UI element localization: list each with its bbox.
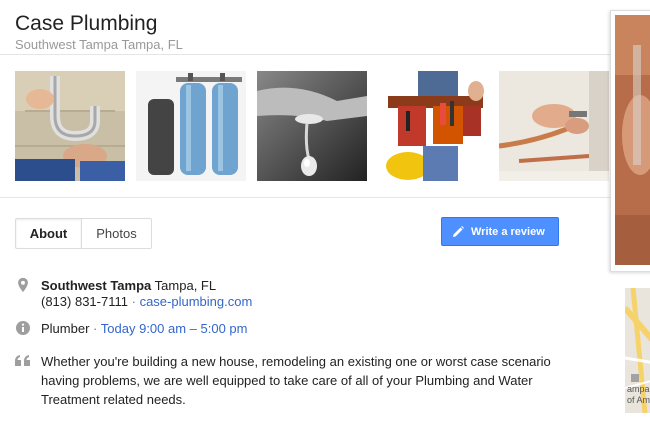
tab-about[interactable]: About [15,218,82,249]
separator: · [131,294,136,309]
photo-copper-pipes[interactable] [499,71,609,181]
tab-bar: About Photos [15,218,152,249]
mini-map[interactable]: ampa of Am [625,288,650,413]
address-city: Tampa, FL [154,278,217,293]
tab-photos[interactable]: Photos [82,218,152,249]
photo-pipe-repair[interactable] [15,71,125,181]
pencil-icon [453,225,464,237]
photo-tool-belt[interactable] [378,71,488,181]
side-photo[interactable] [615,15,650,265]
business-title: Case Plumbing [15,12,158,35]
photo-strip [15,71,610,181]
address-area: Southwest Tampa [41,278,152,293]
info-icon [16,321,30,335]
map-label: of Am [627,395,650,405]
separator: · [93,321,98,336]
opening-hours[interactable]: Today 9:00 am – 5:00 pm [101,321,248,336]
photo-faucet-drip[interactable] [257,71,367,181]
write-review-label: Write a review [471,225,545,238]
business-description: Whether you're building a new house, rem… [41,354,551,407]
website-link[interactable]: case-plumbing.com [140,294,253,309]
divider [0,197,610,198]
quote-icon [15,355,30,366]
business-location: Southwest Tampa Tampa, FL [15,37,183,52]
photo-water-tanks[interactable] [136,71,246,181]
business-category: Plumber [41,321,90,336]
map-label: ampa [627,384,650,394]
location-pin-icon [18,277,28,293]
phone-number[interactable]: (813) 831-7111 [41,294,128,309]
write-review-button[interactable]: Write a review [441,217,559,246]
divider [0,54,610,55]
